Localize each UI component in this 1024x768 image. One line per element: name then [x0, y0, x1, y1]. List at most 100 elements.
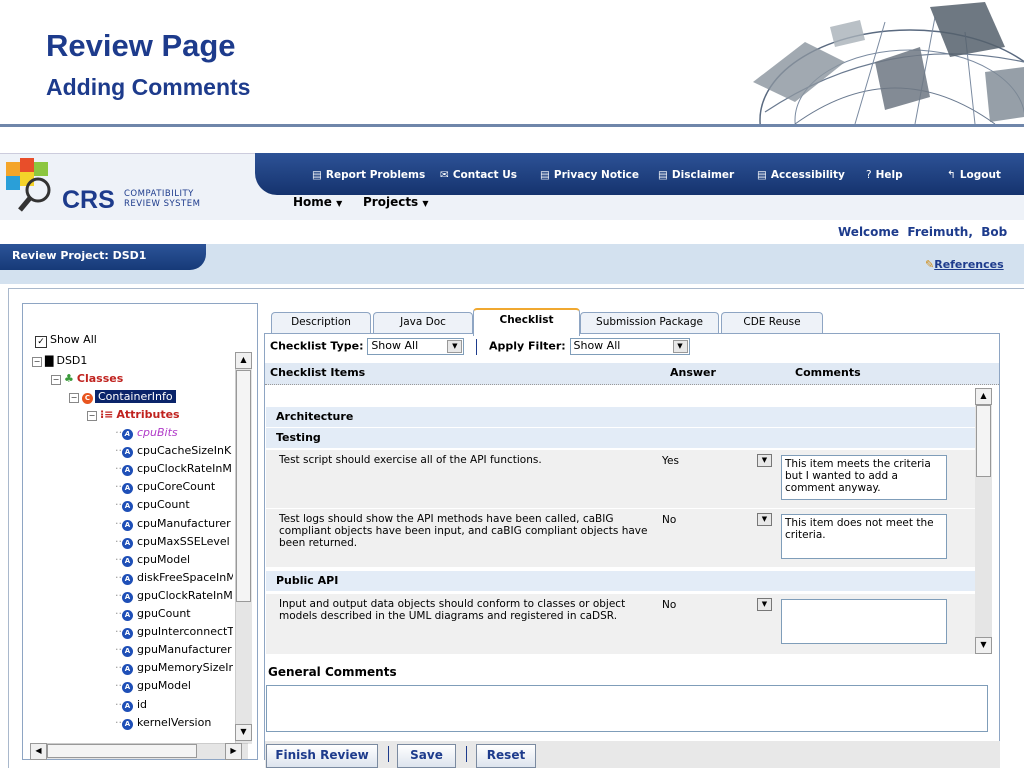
save-button[interactable]: Save: [397, 744, 456, 768]
attribute-icon: A: [122, 537, 133, 549]
logout-icon: ↰: [947, 169, 956, 181]
tree-node-attributes[interactable]: − ⁝≡ Attributes: [87, 406, 180, 423]
tree-attribute-item[interactable]: ·· AcpuBits: [115, 424, 233, 441]
tree-attribute-item[interactable]: ·· AcpuClockRateInM: [115, 460, 233, 477]
chevron-down-icon: ▼: [447, 340, 463, 353]
tree-attribute-item[interactable]: ·· AcpuCacheSizeInK: [115, 442, 233, 459]
scroll-down-icon[interactable]: ▼: [235, 724, 252, 741]
report-problems-link[interactable]: ▤ Report Problems: [312, 169, 425, 181]
show-all-checkbox[interactable]: ✓ Show All: [35, 333, 97, 348]
finish-review-button[interactable]: Finish Review: [266, 744, 378, 768]
chevron-down-icon: ▼: [757, 598, 772, 611]
column-answer: Answer: [670, 366, 716, 379]
tree-attribute-item[interactable]: ·· AgpuCount: [115, 605, 233, 622]
tree-attribute-item[interactable]: ·· AcpuMaxSSELevel: [115, 533, 233, 550]
tree-attribute-item[interactable]: ·· AcpuCount: [115, 496, 233, 513]
attribute-icon: A: [122, 447, 133, 459]
collapse-icon: −: [51, 375, 61, 385]
tab-submission-package[interactable]: Submission Package: [580, 312, 719, 333]
answer-select[interactable]: Yes ▼: [662, 454, 772, 469]
column-comments: Comments: [795, 366, 861, 379]
attribute-icon: A: [122, 682, 133, 694]
folder-icon: ▇: [45, 354, 54, 367]
attribute-icon: A: [122, 519, 133, 531]
globe-graphic: [753, 2, 1024, 124]
attribute-icon: A: [122, 591, 133, 603]
document-icon: ▤: [658, 169, 668, 181]
checklist-item: Test script should exercise all of the A…: [266, 450, 975, 509]
pencil-icon: ✎: [925, 258, 935, 271]
privacy-notice-link[interactable]: ▤ Privacy Notice: [540, 169, 639, 181]
attribute-icon: A: [122, 429, 133, 440]
tree-attribute-item[interactable]: ·· AcpuModel: [115, 551, 233, 568]
tree-attribute-item[interactable]: ·· Aid: [115, 696, 233, 713]
document-icon: ▤: [312, 169, 322, 181]
contact-us-link[interactable]: ✉ Contact Us: [440, 169, 517, 181]
references-link[interactable]: ✎References: [925, 258, 1004, 271]
tree-attribute-item[interactable]: ·· AdiskFreeSpaceInM: [115, 569, 233, 586]
mail-icon: ✉: [440, 169, 449, 181]
checklist-scroll-thumb[interactable]: [976, 405, 991, 477]
separator: [388, 746, 389, 762]
tree-attribute-item[interactable]: ·· AcpuCoreCount: [115, 478, 233, 495]
attribute-icon: A: [122, 610, 133, 621]
attribute-icon: A: [122, 628, 133, 640]
document-icon: ▤: [757, 169, 767, 181]
general-comments-textarea[interactable]: [266, 685, 988, 732]
scroll-down-icon[interactable]: ▼: [975, 637, 992, 654]
tree-scroll-thumb[interactable]: [236, 370, 251, 602]
answer-select[interactable]: No ▼: [662, 598, 772, 613]
tree-attribute-item[interactable]: ·· AgpuInterconnectT: [115, 623, 233, 640]
attribute-icon: A: [122, 573, 133, 585]
apply-filter-select[interactable]: Show All ▼: [569, 338, 690, 355]
chevron-down-icon: ▼: [336, 199, 343, 208]
section-public-api: Public API: [266, 571, 975, 591]
scroll-left-icon[interactable]: ◀: [30, 743, 47, 760]
comment-textarea[interactable]: [781, 599, 947, 644]
tree-node-root[interactable]: − ▇ DSD1: [32, 352, 87, 369]
accessibility-link[interactable]: ▤ Accessibility: [757, 169, 845, 181]
home-menu[interactable]: Home ▼: [293, 195, 342, 209]
attribute-icon: A: [122, 501, 133, 513]
tree-attribute-item[interactable]: ·· AcpuManufacturer: [115, 515, 233, 532]
tree-attribute-item[interactable]: ·· AgpuClockRateInM: [115, 587, 233, 604]
comment-textarea[interactable]: This item meets the criteria but I wante…: [781, 455, 947, 500]
projects-menu[interactable]: Projects ▼: [363, 195, 429, 209]
tab-description[interactable]: Description: [271, 312, 371, 333]
tab-cde-reuse[interactable]: CDE Reuse: [721, 312, 823, 333]
tree-node-classes[interactable]: − ♣ Classes: [51, 370, 123, 387]
scroll-right-icon[interactable]: ▶: [225, 743, 242, 760]
tab-java-doc[interactable]: Java Doc: [373, 312, 473, 333]
chevron-down-icon: ▼: [672, 340, 688, 353]
logout-link[interactable]: ↰ Logout: [947, 169, 1001, 181]
tree-node-class[interactable]: − C ContainerInfo: [69, 388, 176, 405]
section-testing: Testing: [266, 428, 975, 448]
comment-textarea[interactable]: This item does not meet the criteria.: [781, 514, 947, 559]
attribute-icon: A: [122, 664, 133, 676]
item-text: Test logs should show the API methods ha…: [279, 513, 648, 549]
tree-attribute-item[interactable]: ·· AgpuMemorySizeIr: [115, 659, 233, 676]
document-icon: ▤: [540, 169, 550, 181]
project-title: Review Project: DSD1: [0, 244, 206, 270]
slide-subtitle: Adding Comments: [46, 74, 251, 100]
reset-button[interactable]: Reset: [476, 744, 536, 768]
attribute-icon: A: [122, 483, 133, 495]
answer-select[interactable]: No ▼: [662, 513, 772, 528]
disclaimer-link[interactable]: ▤ Disclaimer: [658, 169, 734, 181]
separator: [466, 746, 467, 762]
tree-attribute-item[interactable]: ·· AgpuManufacturer: [115, 641, 233, 658]
tab-checklist[interactable]: Checklist: [473, 308, 580, 336]
item-text: Test script should exercise all of the A…: [279, 454, 542, 466]
tree-attribute-item[interactable]: ·· AkernelVersion: [115, 714, 233, 731]
slide-divider: [0, 124, 1024, 127]
item-text: Input and output data objects should con…: [279, 598, 626, 622]
tree-attribute-item[interactable]: ·· AgpuModel: [115, 677, 233, 694]
help-link[interactable]: ? Help: [866, 169, 903, 181]
collapse-icon: −: [69, 393, 79, 403]
checklist-type-select[interactable]: Show All ▼: [367, 338, 465, 355]
chevron-down-icon: ▼: [757, 454, 772, 467]
general-comments-label: General Comments: [268, 665, 397, 679]
scroll-up-icon[interactable]: ▲: [975, 388, 992, 405]
tree-hscroll-thumb[interactable]: [47, 744, 197, 758]
scroll-up-icon[interactable]: ▲: [235, 352, 252, 369]
